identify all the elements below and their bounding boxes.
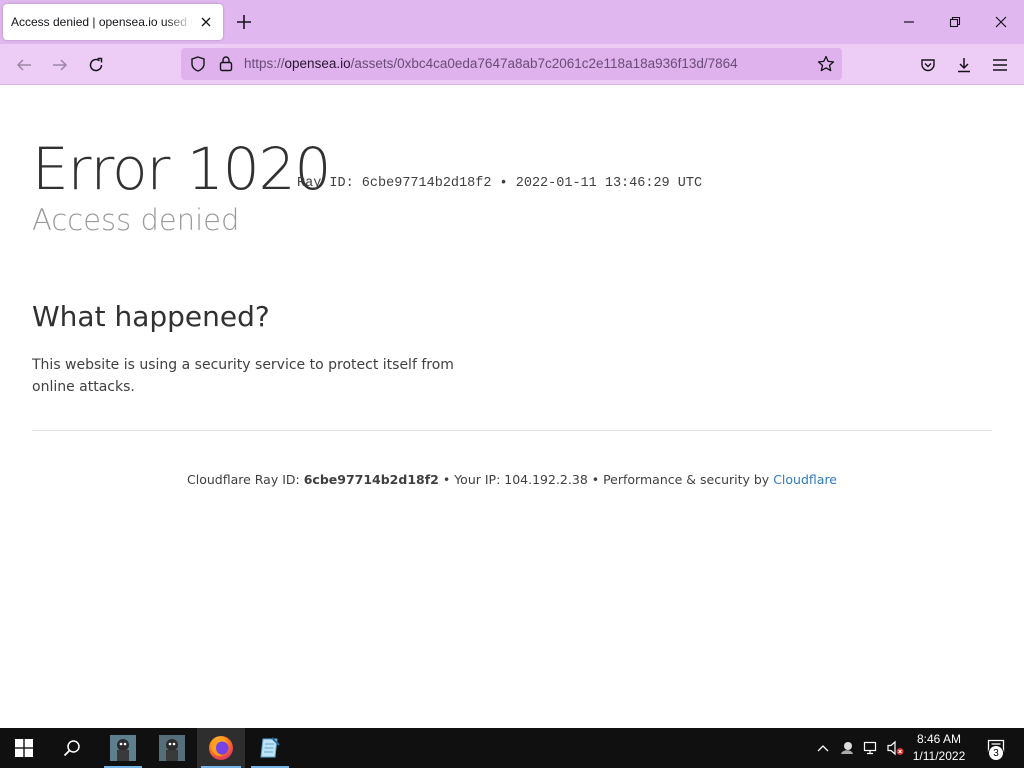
address-bar[interactable]: https://opensea.io/assets/0xbc4ca0eda764… <box>181 48 842 80</box>
notepad-icon[interactable] <box>247 728 293 768</box>
lock-icon[interactable] <box>218 55 234 76</box>
shield-icon[interactable] <box>190 56 206 76</box>
browser-titlebar: Access denied | opensea.io used Cloudfla… <box>0 0 1024 44</box>
section-heading: What happened? <box>32 300 270 333</box>
taskbar: 8:46 AM 1/11/2022 3 <box>0 728 1024 768</box>
forward-arrow-icon[interactable] <box>47 52 73 78</box>
error-title: Error 1020 <box>32 135 331 203</box>
tray-chevron-up-icon[interactable] <box>812 728 834 768</box>
back-arrow-icon[interactable] <box>11 52 37 78</box>
explanation-text: This website is using a security service… <box>32 357 454 395</box>
notification-count-badge: 3 <box>988 745 1004 761</box>
cloudflare-link[interactable]: Cloudflare <box>773 472 837 487</box>
bookmark-star-icon[interactable] <box>817 55 835 77</box>
action-center-icon[interactable]: 3 <box>974 728 1018 768</box>
tab-title: Access denied | opensea.io used Cloudfla… <box>11 15 193 29</box>
tab-active[interactable]: Access denied | opensea.io used Cloudfla… <box>3 4 223 40</box>
footer-ray-label: Cloudflare Ray ID: <box>187 472 300 487</box>
url-path: /assets/0xbc4ca0eda7647a8ab7c2061c2e118a… <box>350 56 738 71</box>
tab-close-icon[interactable] <box>197 13 215 31</box>
footer-ray-value: 6cbe97714b2d18f2 <box>303 472 439 487</box>
tray-app-icon[interactable] <box>836 728 858 768</box>
download-icon[interactable] <box>951 52 977 78</box>
window-close-icon[interactable] <box>989 10 1013 34</box>
url-host: opensea.io <box>284 56 351 71</box>
firefox-icon[interactable] <box>197 728 245 768</box>
new-tab-icon[interactable] <box>234 12 254 32</box>
taskbar-clock[interactable]: 8:46 AM 1/11/2022 <box>908 731 970 765</box>
clock-time: 8:46 AM <box>916 732 962 746</box>
app-icon-1[interactable] <box>100 728 146 768</box>
volume-muted-icon[interactable] <box>884 728 906 768</box>
windows-start-icon[interactable] <box>0 728 48 768</box>
clock-date: 1/11/2022 <box>912 749 966 763</box>
restore-icon[interactable] <box>943 10 967 34</box>
page-content: Error 1020 Ray ID: 6cbe97714b2d18f2 • 20… <box>0 85 1024 728</box>
divider <box>32 430 992 431</box>
url-prefix: https:// <box>244 56 285 71</box>
page-subtitle: Access denied <box>32 203 240 237</box>
pocket-icon[interactable] <box>915 52 941 78</box>
app-icon-2[interactable] <box>149 728 195 768</box>
footer-ip-text: • Your IP: 104.192.2.38 • Performance & … <box>442 472 770 487</box>
minimize-icon[interactable] <box>897 10 921 34</box>
url-text[interactable]: https://opensea.io/assets/0xbc4ca0eda764… <box>244 56 738 71</box>
browser-navbar: https://opensea.io/assets/0xbc4ca0eda764… <box>0 44 1024 85</box>
network-icon[interactable] <box>860 728 882 768</box>
hamburger-menu-icon[interactable] <box>987 52 1013 78</box>
reload-icon[interactable] <box>83 52 109 78</box>
footer: Cloudflare Ray ID: 6cbe97714b2d18f2 • Yo… <box>0 472 1024 487</box>
ray-id-line: Ray ID: 6cbe97714b2d18f2 • 2022-01-11 13… <box>297 176 703 191</box>
search-icon[interactable] <box>48 728 96 768</box>
